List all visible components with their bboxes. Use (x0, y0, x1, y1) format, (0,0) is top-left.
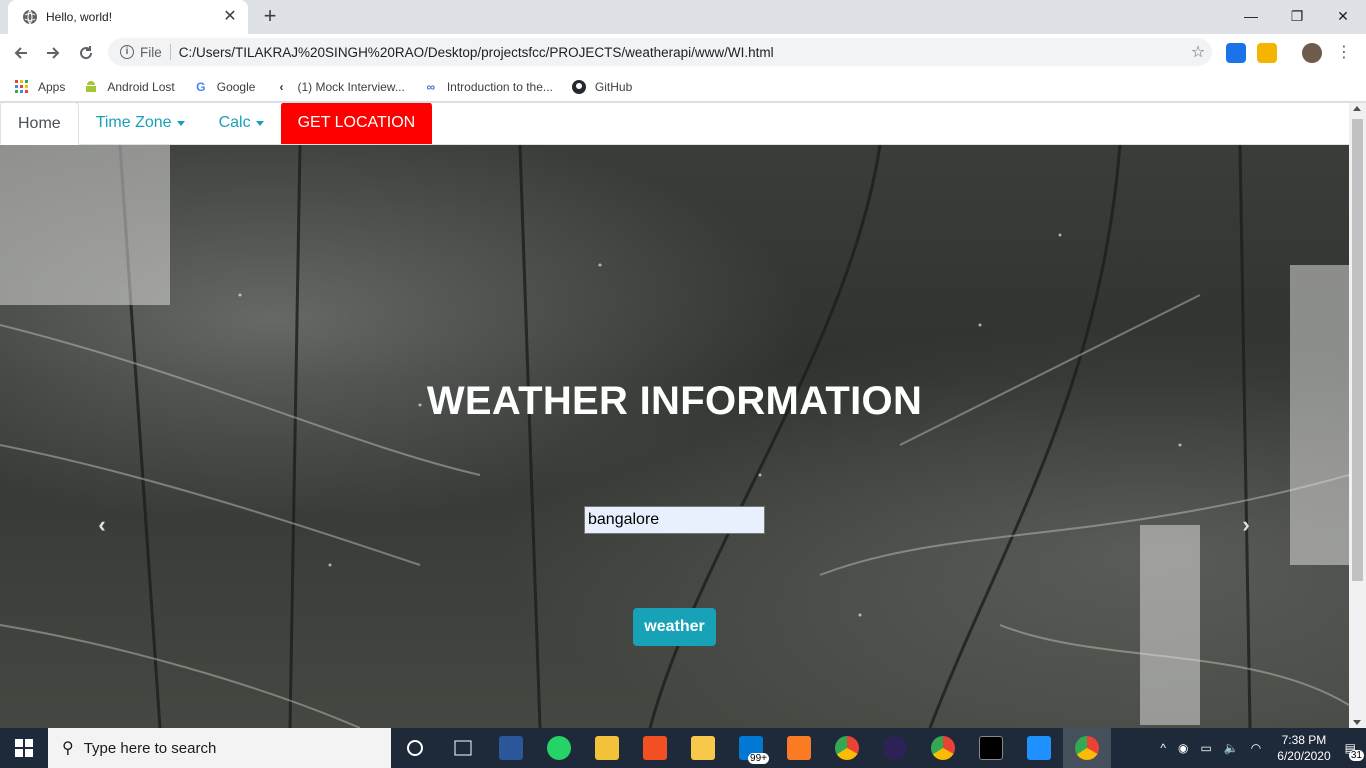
bookmark-star-icon[interactable]: ☆ (1184, 42, 1212, 62)
app-window-icon[interactable] (1015, 728, 1063, 768)
mail-icon[interactable]: 99+ (727, 728, 775, 768)
nav-tabs: Home Time Zone Calc GET LOCATION (0, 103, 1349, 145)
tab-calc-dropdown[interactable]: Calc (202, 103, 281, 144)
scroll-up-icon[interactable] (1353, 106, 1361, 111)
globe-icon (22, 9, 38, 25)
scrollbar-thumb[interactable] (1352, 119, 1363, 581)
google-icon: G (196, 79, 206, 94)
store-icon[interactable] (631, 728, 679, 768)
menu-kebab-icon[interactable]: ⋮ (1334, 43, 1354, 63)
new-tab-icon[interactable]: + (258, 5, 282, 29)
file-explorer-user-icon[interactable] (583, 728, 631, 768)
task-view-icon[interactable] (439, 728, 487, 768)
taskbar-search-box[interactable]: ⚲ Type here to search (48, 728, 391, 768)
infinity-icon: ∞ (426, 79, 436, 94)
tab-home[interactable]: Home (0, 103, 79, 145)
android-icon (83, 79, 99, 95)
whatsapp-icon[interactable] (535, 728, 583, 768)
bookmark-introduction[interactable]: ∞ Introduction to the... (423, 79, 553, 95)
back-icon[interactable] (7, 39, 35, 67)
url-text[interactable]: C:/Users/TILAKRAJ%20SINGH%20RAO/Desktop/… (179, 45, 1184, 60)
info-icon[interactable]: i (120, 45, 134, 59)
browser-toolbar: i File C:/Users/TILAKRAJ%20SINGH%20RAO/D… (0, 34, 1366, 72)
browser-tab-strip: Hello, world! ✕ + — ❐ ✕ (0, 0, 1366, 34)
close-window-icon[interactable]: ✕ (1320, 0, 1366, 32)
forward-icon[interactable] (39, 39, 67, 67)
scroll-down-icon[interactable] (1353, 720, 1361, 725)
minimize-icon[interactable]: — (1228, 0, 1274, 32)
clock[interactable]: 7:38 PM 6/20/2020 (1277, 732, 1330, 764)
tab-time-zone-dropdown[interactable]: Time Zone (79, 103, 202, 144)
page-viewport: Home Time Zone Calc GET LOCATION WEATHER… (0, 103, 1366, 728)
caret-down-icon (176, 120, 185, 126)
carousel-next-icon[interactable]: › (1236, 514, 1256, 536)
get-location-button[interactable]: GET LOCATION (280, 103, 433, 144)
weather-button[interactable]: weather (633, 608, 716, 646)
extension-icon[interactable] (1257, 43, 1277, 63)
folder-icon[interactable] (679, 728, 727, 768)
wifi-icon[interactable]: ◠ (1251, 741, 1261, 755)
network-error-icon[interactable]: ◉ (1178, 741, 1188, 755)
bookmark-favicon-icon: ‹ (279, 79, 284, 94)
scheme-label: File (140, 44, 162, 60)
windows-taskbar: ⚲ Type here to search 99+ ^ ◉ ▭ 🔈 ◠ 7:38… (0, 728, 1366, 768)
caret-down-icon (255, 120, 264, 126)
bookmark-github[interactable]: GitHub (571, 79, 632, 95)
windows-start-icon[interactable] (0, 728, 48, 768)
terminal-icon[interactable] (967, 728, 1015, 768)
page-scrollbar[interactable] (1349, 103, 1366, 728)
browser-tab[interactable]: Hello, world! ✕ (8, 0, 248, 34)
restore-icon[interactable]: ❐ (1274, 0, 1320, 32)
bookmarks-bar: Apps Android Lost G Google ‹ (1) Mock In… (0, 72, 1366, 102)
xampp-icon[interactable] (775, 728, 823, 768)
hero-carousel: WEATHER INFORMATION weather ‹ › (0, 145, 1349, 728)
bookmark-mock-interview[interactable]: ‹ (1) Mock Interview... (273, 79, 404, 95)
word-icon[interactable] (487, 728, 535, 768)
carousel-prev-icon[interactable]: ‹ (92, 514, 112, 536)
notification-badge: 31 (1348, 750, 1364, 761)
notification-center-icon[interactable]: ▤ 31 (1345, 741, 1364, 761)
tab-title: Hello, world! (46, 10, 113, 24)
chrome-icon[interactable] (919, 728, 967, 768)
bookmark-apps[interactable]: Apps (14, 79, 65, 95)
chrome-active-icon[interactable] (1063, 728, 1111, 768)
github-icon (571, 79, 587, 95)
page-title: WEATHER INFORMATION (426, 379, 923, 423)
system-tray: ^ ◉ ▭ 🔈 ◠ 7:38 PM 6/20/2020 ▤ 31 (1154, 728, 1366, 768)
eclipse-icon[interactable] (871, 728, 919, 768)
cortana-icon[interactable] (391, 728, 439, 768)
reload-icon[interactable] (72, 39, 100, 67)
mail-badge: 99+ (748, 753, 769, 764)
city-search-input[interactable] (584, 506, 765, 534)
address-bar[interactable]: i File C:/Users/TILAKRAJ%20SINGH%20RAO/D… (108, 38, 1212, 66)
search-icon: ⚲ (62, 740, 74, 757)
close-tab-icon[interactable]: ✕ (222, 9, 238, 25)
extension-icon[interactable] (1226, 43, 1246, 63)
volume-icon[interactable]: 🔈 (1224, 741, 1239, 755)
battery-icon[interactable]: ▭ (1200, 741, 1211, 755)
bookmark-google[interactable]: G Google (193, 79, 255, 95)
profile-avatar[interactable] (1302, 43, 1322, 63)
apps-grid-icon (14, 79, 30, 95)
chevron-up-icon[interactable]: ^ (1160, 741, 1166, 755)
bookmark-android-lost[interactable]: Android Lost (83, 79, 175, 95)
chrome-icon[interactable] (823, 728, 871, 768)
